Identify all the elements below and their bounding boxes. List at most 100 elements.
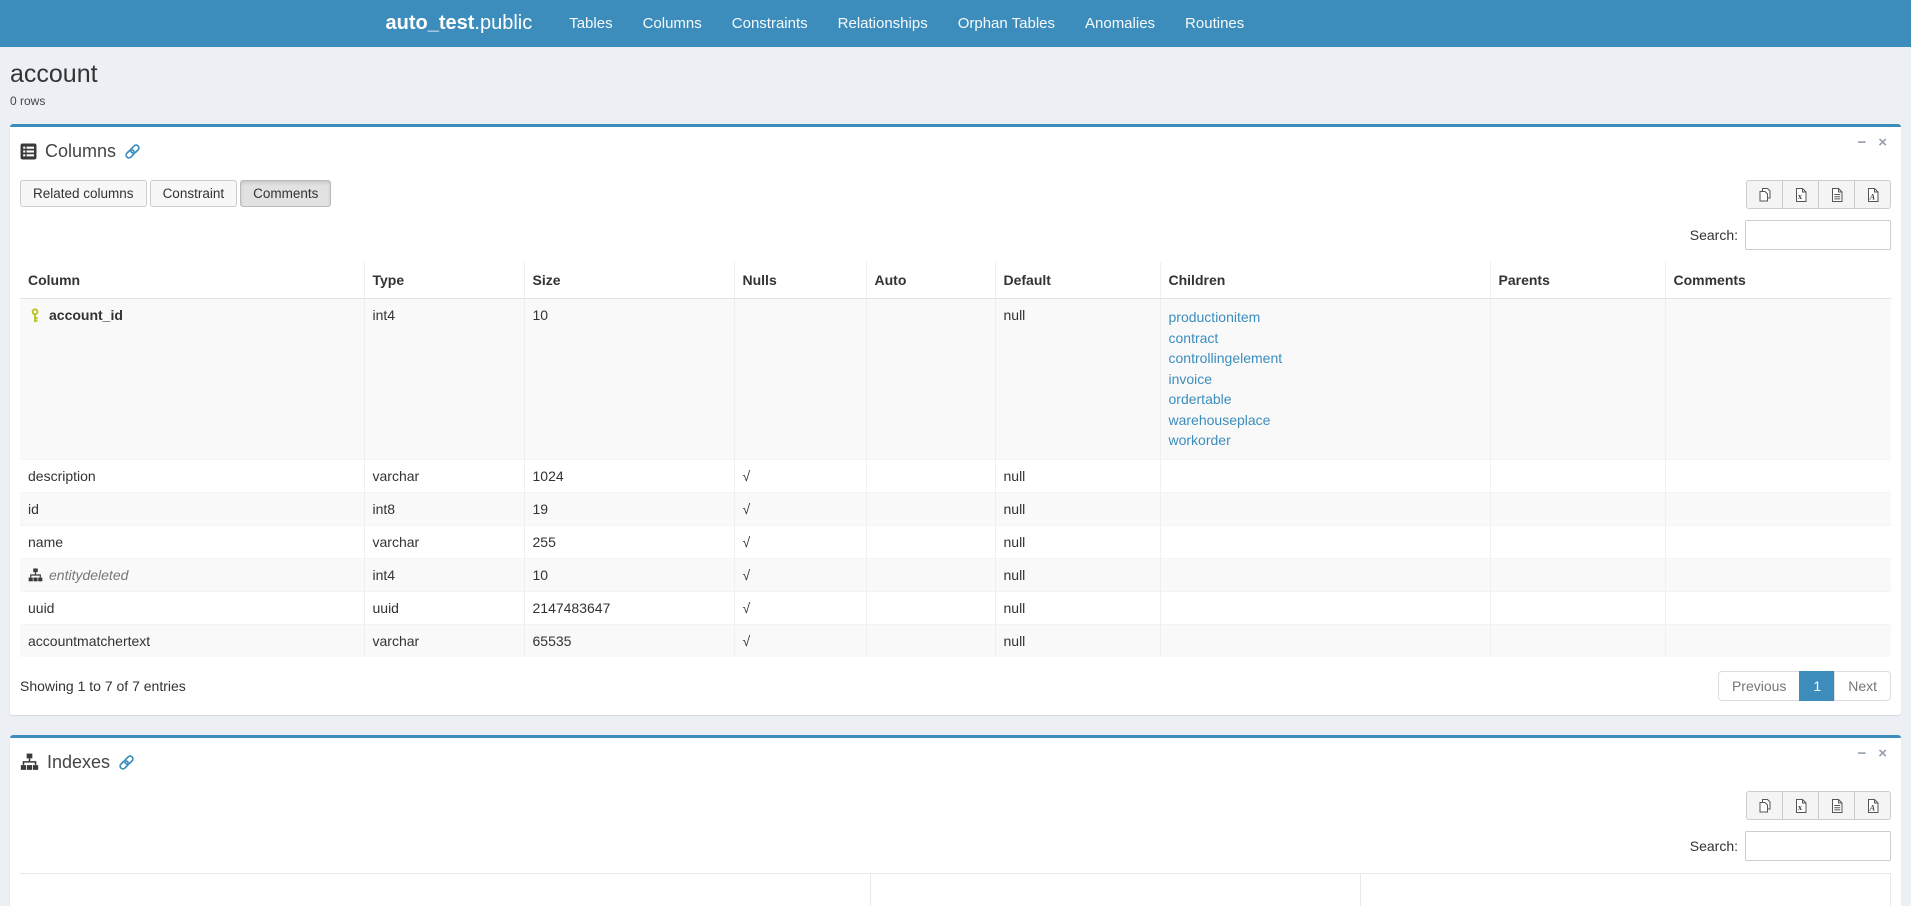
sitemap-icon [20, 753, 39, 772]
column-header-auto[interactable]: Auto [866, 262, 995, 299]
pdf-icon: A [1865, 187, 1881, 203]
column-header-default[interactable]: Default [995, 262, 1160, 299]
pagination: Previous 1 Next [1719, 671, 1891, 701]
column-header-parents[interactable]: Parents [1490, 262, 1665, 299]
list-icon [20, 143, 37, 160]
columns-close-button[interactable]: × [1878, 135, 1887, 150]
child-table-link-invoice[interactable]: invoice [1169, 369, 1482, 390]
nav-item-constraints[interactable]: Constraints [717, 0, 823, 47]
column-header-children[interactable]: Children [1160, 262, 1490, 299]
nav-item-relationships[interactable]: Relationships [823, 0, 943, 47]
column-name-text: account_id [49, 307, 123, 323]
column-header-comments[interactable]: Comments [1665, 262, 1891, 299]
cell-parents [1490, 559, 1665, 592]
child-table-link-controllingelement[interactable]: controllingelement [1169, 348, 1482, 369]
table-row-entitydeleted: entitydeletedint410√null [20, 559, 1891, 592]
indexes-header-cell[interactable] [870, 874, 1360, 906]
nav-item-routines[interactable]: Routines [1170, 0, 1259, 47]
cell-auto [866, 493, 995, 526]
page-1-button[interactable]: 1 [1799, 671, 1835, 701]
columns-export-group: xA [1746, 180, 1891, 209]
columns-table-body: account_id int410 null productionitemcontra… [20, 299, 1891, 658]
columns-link-icon[interactable] [124, 143, 141, 160]
page-title: account [10, 60, 1896, 89]
showing-entries: Showing 1 to 7 of 7 entries [20, 678, 186, 694]
cell-column-name: name [20, 526, 364, 559]
copy-export-button[interactable] [1746, 791, 1783, 820]
cell-nulls: √ [734, 559, 866, 592]
tab-comments[interactable]: Comments [240, 180, 331, 207]
column-header-type[interactable]: Type [364, 262, 524, 299]
columns-collapse-button[interactable]: − [1857, 135, 1866, 150]
pdf-export-button[interactable]: A [1854, 791, 1891, 820]
table-row-name: namevarchar255√null [20, 526, 1891, 559]
cell-column-name: entitydeleted [20, 559, 364, 592]
cell-comments [1665, 526, 1891, 559]
text-export-button[interactable] [1818, 791, 1855, 820]
indexes-collapse-button[interactable]: − [1857, 746, 1866, 761]
excel-export-button[interactable]: x [1782, 180, 1819, 209]
next-page-button[interactable]: Next [1834, 671, 1891, 701]
columns-panel: Columns − × Related columnsConstraintCom… [10, 124, 1901, 715]
text-icon [1829, 798, 1845, 814]
indexes-header-cell[interactable] [20, 874, 870, 906]
indexes-search-input[interactable] [1745, 831, 1891, 861]
cell-size: 10 [524, 299, 734, 460]
child-table-link-productionitem[interactable]: productionitem [1169, 307, 1482, 328]
cell-comments [1665, 493, 1891, 526]
row-count: 0 rows [10, 94, 1896, 108]
cell-parents [1490, 493, 1665, 526]
column-header-nulls[interactable]: Nulls [734, 262, 866, 299]
previous-page-button[interactable]: Previous [1718, 671, 1800, 701]
cell-column-name: uuid [20, 592, 364, 625]
column-name-text: description [28, 468, 96, 484]
indexes-header-cell[interactable] [1360, 874, 1891, 906]
excel-export-button[interactable]: x [1782, 791, 1819, 820]
copy-export-button[interactable] [1746, 180, 1783, 209]
indexes-panel: Indexes − × xA Search: [10, 735, 1901, 906]
nav-item-tables[interactable]: Tables [554, 0, 627, 47]
cell-nulls: √ [734, 526, 866, 559]
cell-type: uuid [364, 592, 524, 625]
child-table-link-warehouseplace[interactable]: warehouseplace [1169, 410, 1482, 431]
brand[interactable]: auto_test.public [386, 12, 533, 35]
cell-default: null [995, 299, 1160, 460]
cell-size: 255 [524, 526, 734, 559]
table-row-account-id: account_id int410 null productionitemcontra… [20, 299, 1891, 460]
tab-constraint[interactable]: Constraint [150, 180, 238, 207]
cell-size: 19 [524, 493, 734, 526]
pdf-export-button[interactable]: A [1854, 180, 1891, 209]
cell-children [1160, 592, 1490, 625]
indexes-close-button[interactable]: × [1878, 746, 1887, 761]
child-table-link-contract[interactable]: contract [1169, 328, 1482, 349]
cell-default: null [995, 526, 1160, 559]
column-header-size[interactable]: Size [524, 262, 734, 299]
columns-search-input[interactable] [1745, 220, 1891, 250]
indexes-panel-title: Indexes [47, 750, 110, 775]
nav-item-anomalies[interactable]: Anomalies [1070, 0, 1170, 47]
cell-type: int4 [364, 299, 524, 460]
columns-search-label: Search: [1690, 227, 1738, 243]
column-name-text: name [28, 534, 63, 550]
cell-auto [866, 299, 995, 460]
cell-children [1160, 526, 1490, 559]
child-table-link-workorder[interactable]: workorder [1169, 430, 1482, 451]
cell-type: varchar [364, 460, 524, 493]
indexes-link-icon[interactable] [118, 754, 135, 771]
cell-comments [1665, 460, 1891, 493]
copy-icon [1757, 798, 1773, 814]
tab-related-columns[interactable]: Related columns [20, 180, 147, 207]
cell-column-name: accountmatchertext [20, 625, 364, 658]
indexes-table [20, 873, 1891, 906]
child-table-link-ordertable[interactable]: ordertable [1169, 389, 1482, 410]
text-export-button[interactable] [1818, 180, 1855, 209]
column-name-text: uuid [28, 600, 54, 616]
nav-item-orphan-tables[interactable]: Orphan Tables [943, 0, 1070, 47]
excel-icon: x [1793, 187, 1809, 203]
cell-nulls [734, 299, 866, 460]
cell-type: varchar [364, 625, 524, 658]
nav-item-columns[interactable]: Columns [628, 0, 717, 47]
cell-parents [1490, 460, 1665, 493]
cell-parents [1490, 592, 1665, 625]
column-header-column[interactable]: Column [20, 262, 364, 299]
